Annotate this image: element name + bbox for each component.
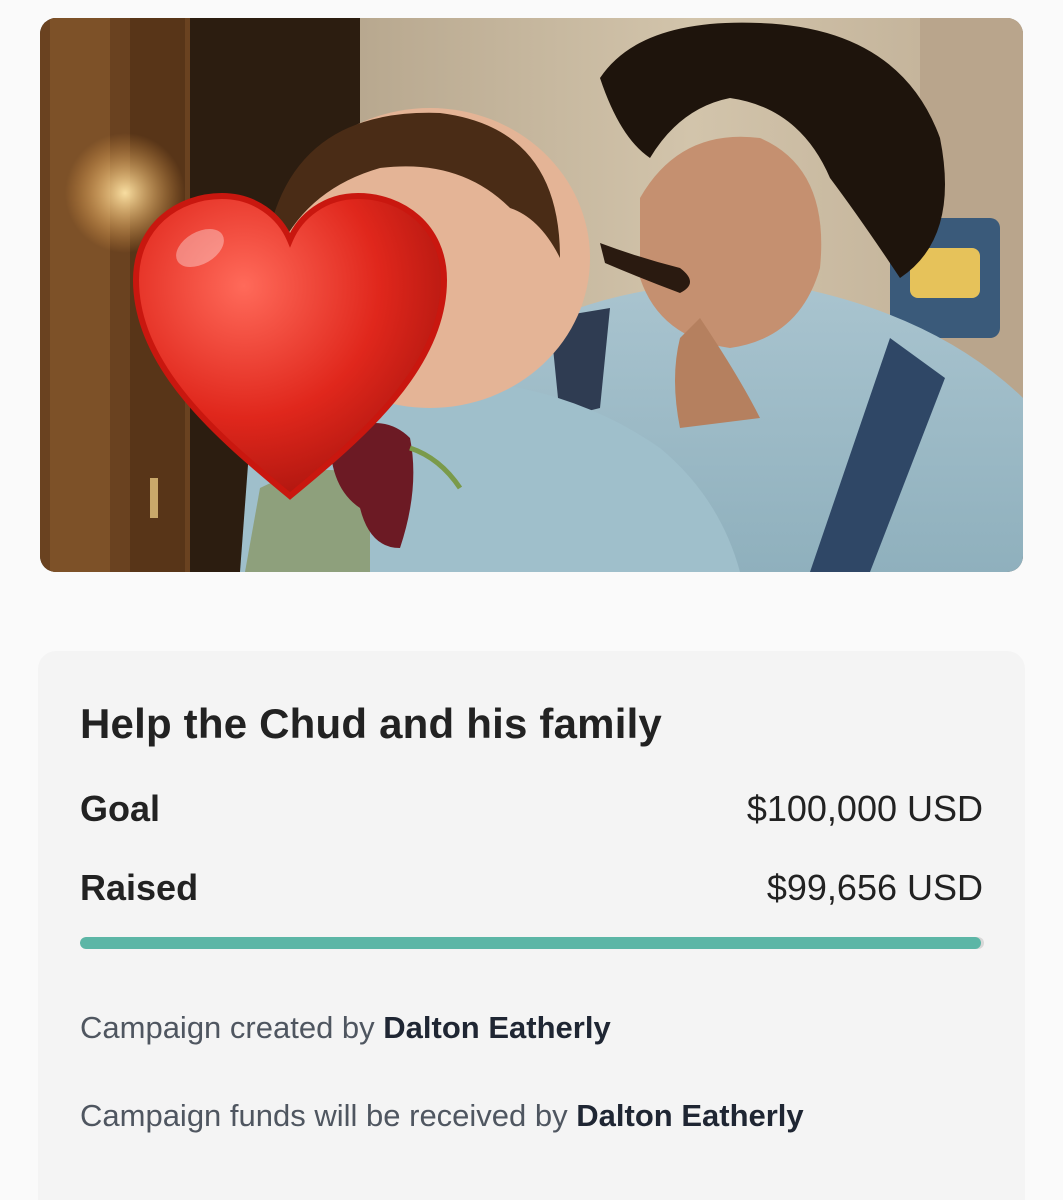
goal-label: Goal	[80, 788, 161, 829]
creator-name[interactable]: Dalton Eatherly	[383, 1010, 610, 1045]
goal-value: $100,000 USD	[746, 788, 983, 829]
received-by-prefix: Campaign funds will be received by	[80, 1098, 568, 1133]
progress-bar	[80, 937, 984, 949]
progress-bar-fill	[80, 937, 981, 949]
campaign-title: Help the Chud and his family	[80, 700, 662, 747]
created-by-line: Campaign created by Dalton Eatherly	[80, 1010, 611, 1046]
raised-label: Raised	[80, 867, 199, 908]
recipient-name[interactable]: Dalton Eatherly	[576, 1098, 803, 1133]
received-by-line: Campaign funds will be received by Dalto…	[80, 1098, 804, 1134]
raised-value: $99,656 USD	[766, 867, 983, 908]
campaign-page: Help the Chud and his family Goal $100,0…	[0, 0, 1063, 1200]
created-by-prefix: Campaign created by	[80, 1010, 375, 1045]
campaign-photo	[40, 18, 1023, 572]
